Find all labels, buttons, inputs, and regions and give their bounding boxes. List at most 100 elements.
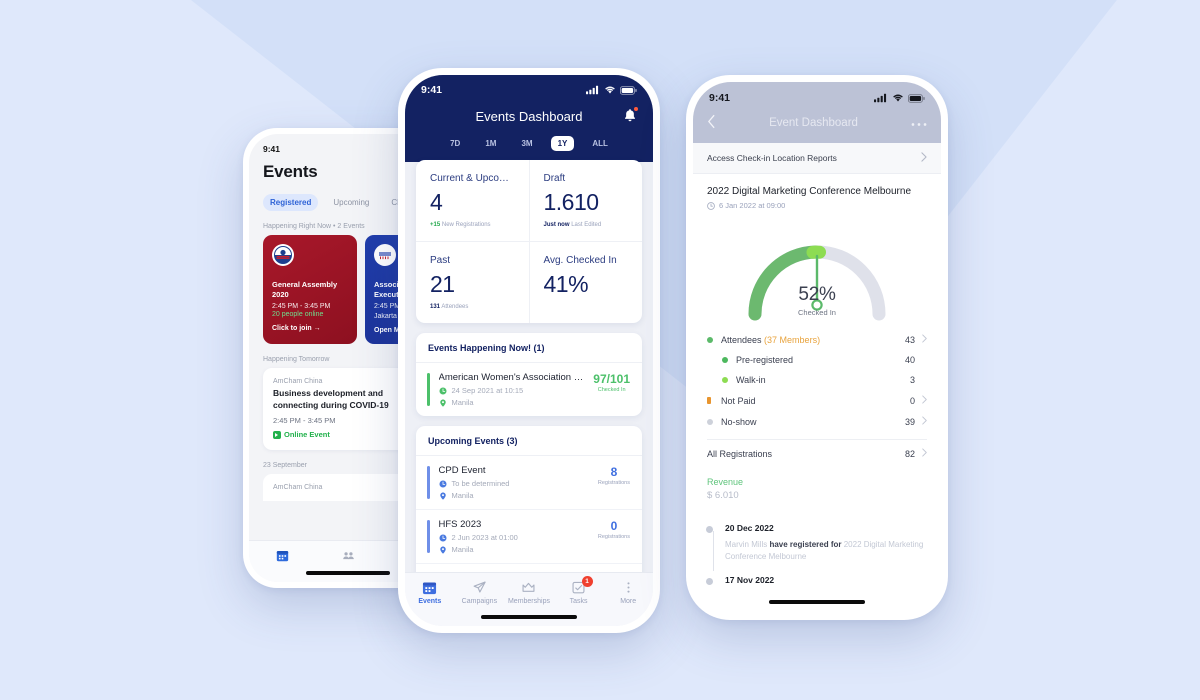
stat-sub-strong: +15 <box>430 222 441 228</box>
event-row[interactable]: HFS 2023 2 Jun 2023 at 01:00 Manila 0 Re… <box>416 509 642 563</box>
event-row[interactable]: CPD Event To be determined Manila 8 Regi… <box>416 456 642 509</box>
card-event-time: 2:45 PM - 3:45 PM <box>272 303 331 311</box>
event-name: American Women's Association Hong… <box>438 372 588 383</box>
chevron-right-icon <box>915 416 927 427</box>
chevron-right-icon <box>915 448 927 459</box>
event-date: 2 Jun 2023 at 01:00 <box>451 533 518 542</box>
range-7d[interactable]: 7D <box>443 136 467 151</box>
more-options-button[interactable] <box>911 118 927 127</box>
card-join-link[interactable]: Click to join → <box>272 325 348 332</box>
event-metric: 8 Registrations <box>592 465 630 486</box>
nav-item-campaigns[interactable]: Campaigns <box>455 580 505 626</box>
chevron-left-icon <box>708 114 715 129</box>
stat-row-all-registrations[interactable]: All Registrations 82 <box>707 443 927 464</box>
row-label: Attendees (37 Members) <box>721 335 893 345</box>
battery-icon <box>908 93 925 103</box>
right-screen: 9:41 Event Dashboard Access Check-in Loc… <box>693 82 941 613</box>
range-1m[interactable]: 1M <box>478 136 503 151</box>
event-location-line: Manila <box>439 545 592 554</box>
stat-label: Past <box>430 255 451 266</box>
battery-icon <box>620 85 637 95</box>
gauge-percent: 52% <box>798 284 836 305</box>
event-location-line: Manila <box>439 491 592 500</box>
stats-row: Current & Upco… 4 +15 New Registrations … <box>416 160 642 241</box>
row-value: 40 <box>904 355 915 365</box>
event-location-line: Manila <box>439 398 588 407</box>
event-metric: 97/101 Checked In <box>587 372 630 393</box>
tab-upcoming[interactable]: Upcoming <box>326 194 376 211</box>
location-pin-icon <box>439 491 446 500</box>
nav-label: Tasks <box>569 598 588 605</box>
timeline-text: Marvin Mills have registered for 2022 Di… <box>725 539 927 562</box>
chevron-right-icon <box>915 334 927 345</box>
badge-label: Online Event <box>284 430 330 440</box>
stat-sub-strong: Just now <box>543 222 570 228</box>
more-vertical-icon <box>627 582 630 593</box>
stat-draft[interactable]: Draft 1.610 Just now Last Edited <box>528 160 643 241</box>
signal-icon <box>586 85 599 95</box>
access-checkin-reports-row[interactable]: Access Check-in Location Reports <box>693 143 941 174</box>
gauge-caption: Checked In <box>798 308 836 317</box>
range-all[interactable]: ALL <box>585 136 615 151</box>
event-date: To be determined <box>451 479 510 488</box>
tasks-badge: 1 <box>581 576 593 587</box>
stat-sub-rest: New Registrations <box>441 222 491 228</box>
nav-item-tasks[interactable]: Tasks 1 <box>554 576 604 626</box>
event-date-row: 6 Jan 2022 at 09:00 <box>693 197 941 210</box>
notifications-button[interactable] <box>623 107 638 128</box>
middle-home-indicator <box>481 615 577 619</box>
row-value: 43 <box>904 334 915 345</box>
stat-value: 4 <box>430 189 443 215</box>
stat-value: 21 <box>430 271 455 297</box>
stat-row-no-show[interactable]: No-show 39 <box>707 411 927 432</box>
stat-current-upcoming[interactable]: Current & Upco… 4 +15 New Registrations <box>416 160 529 241</box>
event-location: Manila <box>451 545 474 554</box>
event-location: Manila <box>451 491 474 500</box>
middle-screen: 9:41 Events Dashboard 7D 1M 3M 1Y ALL Cu… <box>405 75 653 626</box>
range-1y[interactable]: 1Y <box>550 136 575 151</box>
stat-value: 1.610 <box>543 189 600 215</box>
nav-item-more[interactable]: More <box>603 580 653 626</box>
stat-row-pre-registered[interactable]: Pre-registered 40 <box>707 350 927 370</box>
nav-label: More <box>620 598 637 605</box>
status-dot <box>722 357 728 363</box>
metric-label: Registrations <box>597 480 630 486</box>
tab-registered[interactable]: Registered <box>263 194 319 211</box>
timeline-item: 17 Nov 2022 <box>706 575 927 586</box>
stat-row-not-paid[interactable]: Not Paid 0 <box>707 390 927 411</box>
stat-past[interactable]: Past 21 131 Attendees <box>416 242 529 323</box>
row-accent-bar <box>427 466 430 499</box>
nav-label: Campaigns <box>461 598 498 605</box>
attendee-stats-list: Attendees (37 Members) 43 Pre-registered… <box>693 319 941 464</box>
live-event-card-general-assembly[interactable]: General Assembly 2020 2:45 PM - 3:45 PM 2… <box>263 235 357 345</box>
nav-item-events[interactable]: Events <box>405 580 455 626</box>
clock-icon <box>707 201 715 210</box>
left-home-indicator <box>306 571 390 575</box>
paper-plane-icon <box>473 581 486 593</box>
clock-icon <box>438 479 447 488</box>
event-date-line: To be determined <box>438 479 592 488</box>
middle-header: 9:41 Events Dashboard 7D 1M 3M 1Y ALL <box>405 75 653 162</box>
row-label: Not Paid <box>721 395 756 406</box>
list-divider <box>707 439 927 440</box>
back-button[interactable] <box>707 114 716 132</box>
revenue-label: Revenue <box>707 477 744 487</box>
nav-item-memberships[interactable]: Memberships <box>504 580 554 626</box>
right-home-indicator <box>769 600 865 604</box>
middle-status-bar: 9:41 <box>421 84 637 96</box>
stat-row-attendees[interactable]: Attendees (37 Members) 43 <box>707 329 927 350</box>
stat-row-walk-in[interactable]: Walk-in 3 <box>707 370 927 390</box>
event-row[interactable]: American Women's Association Hong… 24 Se… <box>416 363 642 416</box>
crown-icon <box>522 582 535 592</box>
timeline-dot <box>706 526 713 533</box>
right-status-bar: 9:41 <box>693 82 941 104</box>
timeline-dot <box>706 578 713 586</box>
left-nav-item-people[interactable] <box>315 549 381 562</box>
stat-avg-checked-in[interactable]: Avg. Checked In 41% <box>528 242 643 323</box>
range-3m[interactable]: 3M <box>514 136 539 151</box>
row-label-text: Attendees <box>721 334 762 345</box>
stat-sub: Just now Last Edited <box>544 222 629 228</box>
row-label: No-show <box>721 416 757 427</box>
left-nav-item-events[interactable] <box>249 549 315 562</box>
status-time: 9:41 <box>709 92 731 104</box>
